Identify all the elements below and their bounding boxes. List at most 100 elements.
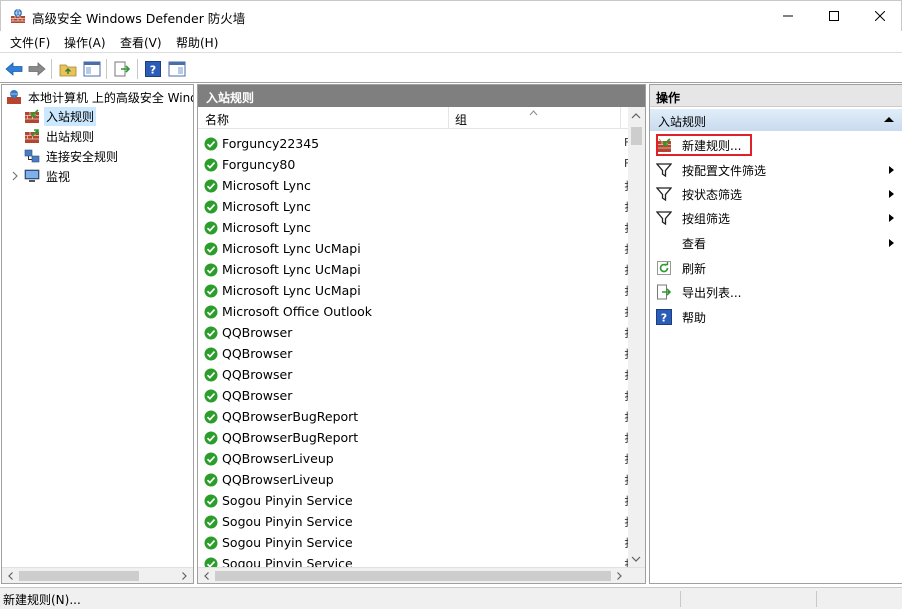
table-row[interactable]: QQBrowser扌: [198, 364, 635, 385]
status-bar: 新建规则(N)...: [0, 587, 902, 609]
action-new-rule[interactable]: 新建规则...: [650, 134, 902, 156]
table-row[interactable]: Sogou Pinyin Service扌: [198, 511, 635, 532]
table-row[interactable]: Microsoft Office Outlook扌: [198, 301, 635, 322]
minimize-button[interactable]: [765, 1, 811, 31]
table-row[interactable]: QQBrowserBugReport扌: [198, 427, 635, 448]
show-hide-tree-icon: [83, 61, 101, 77]
table-row[interactable]: Microsoft Lync UcMapi扌: [198, 280, 635, 301]
table-row[interactable]: QQBrowserLiveup扌: [198, 448, 635, 469]
action-label: 新建规则...: [682, 138, 742, 153]
action-filter-by-group[interactable]: 按组筛选: [650, 207, 902, 229]
inbound-rules-icon: [25, 109, 39, 123]
show-hide-tree-button[interactable]: [82, 59, 102, 79]
scroll-right-icon[interactable]: [614, 571, 624, 581]
chevron-right-icon[interactable]: [10, 171, 20, 181]
maximize-button[interactable]: [811, 1, 857, 31]
minimize-icon: [783, 15, 793, 17]
table-row[interactable]: Forguncy80F: [198, 154, 630, 175]
table-row[interactable]: QQBrowser扌: [198, 385, 635, 406]
scroll-right-icon[interactable]: [179, 571, 189, 581]
action-refresh[interactable]: 刷新: [650, 257, 902, 279]
export-button[interactable]: [112, 59, 132, 79]
table-row[interactable]: QQBrowser扌: [198, 322, 635, 343]
up-folder-button[interactable]: [58, 59, 78, 79]
table-row[interactable]: Sogou Pinyin Service扌: [198, 490, 635, 511]
column-header-group[interactable]: 组: [455, 111, 467, 128]
submenu-arrow-icon: [889, 190, 894, 198]
table-row[interactable]: Microsoft Lync UcMapi扌: [198, 238, 635, 259]
table-row[interactable]: Microsoft Lync UcMapi扌: [198, 259, 635, 280]
column-header-row: 名称 组: [198, 107, 630, 129]
action-filter-by-profile[interactable]: 按配置文件筛选: [650, 159, 902, 181]
submenu-arrow-icon: [889, 166, 894, 174]
menu-bar: 文件(F) 操作(A) 查看(V) 帮助(H): [0, 31, 902, 53]
action-help[interactable]: ? 帮助: [650, 306, 902, 328]
close-button[interactable]: [857, 1, 902, 31]
table-row[interactable]: Microsoft Lync扌: [198, 217, 635, 238]
maximize-icon: [829, 11, 839, 21]
scroll-down-icon[interactable]: [631, 555, 641, 563]
action-label: 按组筛选: [682, 211, 731, 226]
column-header-name[interactable]: 名称: [205, 111, 229, 128]
action-pane-button[interactable]: [167, 59, 187, 79]
tree-item-label: 监视: [46, 169, 71, 184]
action-label: 帮助: [682, 310, 707, 325]
menu-action[interactable]: 操作(A): [64, 34, 106, 51]
submenu-arrow-icon: [889, 239, 894, 247]
menu-file[interactable]: 文件(F): [10, 34, 50, 51]
rule-name: Microsoft Lync UcMapi: [222, 262, 361, 277]
rules-horizontal-scrollbar[interactable]: [198, 567, 645, 583]
help-button[interactable]: ?: [143, 59, 163, 79]
rule-name: Microsoft Lync UcMapi: [222, 283, 361, 298]
enabled-check-icon: [204, 263, 218, 276]
tree-item-outbound-rules[interactable]: 出站规则: [24, 126, 96, 146]
action-export-list[interactable]: 导出列表...: [650, 281, 902, 303]
rule-name: QQBrowser: [222, 388, 293, 403]
enabled-check-icon: [204, 200, 218, 213]
table-row[interactable]: QQBrowserLiveup扌: [198, 469, 635, 490]
table-row[interactable]: QQBrowserBugReport扌: [198, 406, 635, 427]
enabled-check-icon: [204, 158, 218, 171]
menu-help[interactable]: 帮助(H): [176, 34, 218, 51]
rules-vertical-scrollbar[interactable]: [628, 107, 645, 569]
table-row[interactable]: Microsoft Lync扌: [198, 175, 635, 196]
forward-button[interactable]: [27, 59, 47, 79]
tree-item-monitoring[interactable]: 监视: [10, 166, 72, 186]
tree-root[interactable]: 本地计算机 上的高级安全 Wind: [6, 87, 193, 107]
table-row[interactable]: Sogou Pinyin Service扌: [198, 532, 635, 553]
table-row[interactable]: QQBrowser扌: [198, 343, 635, 364]
collapse-icon[interactable]: [884, 117, 894, 122]
tree-item-inbound-rules[interactable]: 入站规则: [24, 106, 97, 126]
table-row[interactable]: Microsoft Lync扌: [198, 196, 635, 217]
rule-name: Sogou Pinyin Service: [222, 493, 353, 508]
back-icon: [5, 62, 23, 76]
enabled-check-icon: [204, 389, 218, 402]
enabled-check-icon: [204, 221, 218, 234]
scroll-left-icon[interactable]: [202, 571, 212, 581]
new-rule-icon: [657, 138, 671, 152]
tree-horizontal-scrollbar[interactable]: [2, 567, 193, 583]
enabled-check-icon: [204, 137, 218, 150]
rule-name: QQBrowser: [222, 325, 293, 340]
back-button[interactable]: [4, 59, 24, 79]
tree-item-label: 入站规则: [44, 106, 97, 126]
action-view[interactable]: 查看: [650, 232, 902, 254]
rule-name: Sogou Pinyin Service: [222, 535, 353, 550]
action-label: 查看: [682, 236, 707, 251]
scroll-up-icon[interactable]: [631, 112, 641, 120]
actions-section-inbound-rules[interactable]: 入站规则: [650, 109, 902, 131]
tree-item-label: 连接安全规则: [46, 149, 119, 164]
enabled-check-icon: [204, 305, 218, 318]
enabled-check-icon: [204, 410, 218, 423]
status-text: 新建规则(N)...: [3, 593, 81, 607]
tree-item-connection-security-rules[interactable]: 连接安全规则: [24, 146, 120, 166]
help-icon: ?: [145, 61, 161, 77]
scroll-left-icon[interactable]: [6, 571, 16, 581]
actions-section-label: 入站规则: [658, 115, 707, 129]
menu-view[interactable]: 查看(V): [120, 34, 162, 51]
table-row[interactable]: Forguncy22345F: [198, 133, 630, 154]
enabled-check-icon: [204, 326, 218, 339]
action-filter-by-state[interactable]: 按状态筛选: [650, 183, 902, 205]
rule-name: QQBrowserLiveup: [222, 451, 334, 466]
enabled-check-icon: [204, 452, 218, 465]
